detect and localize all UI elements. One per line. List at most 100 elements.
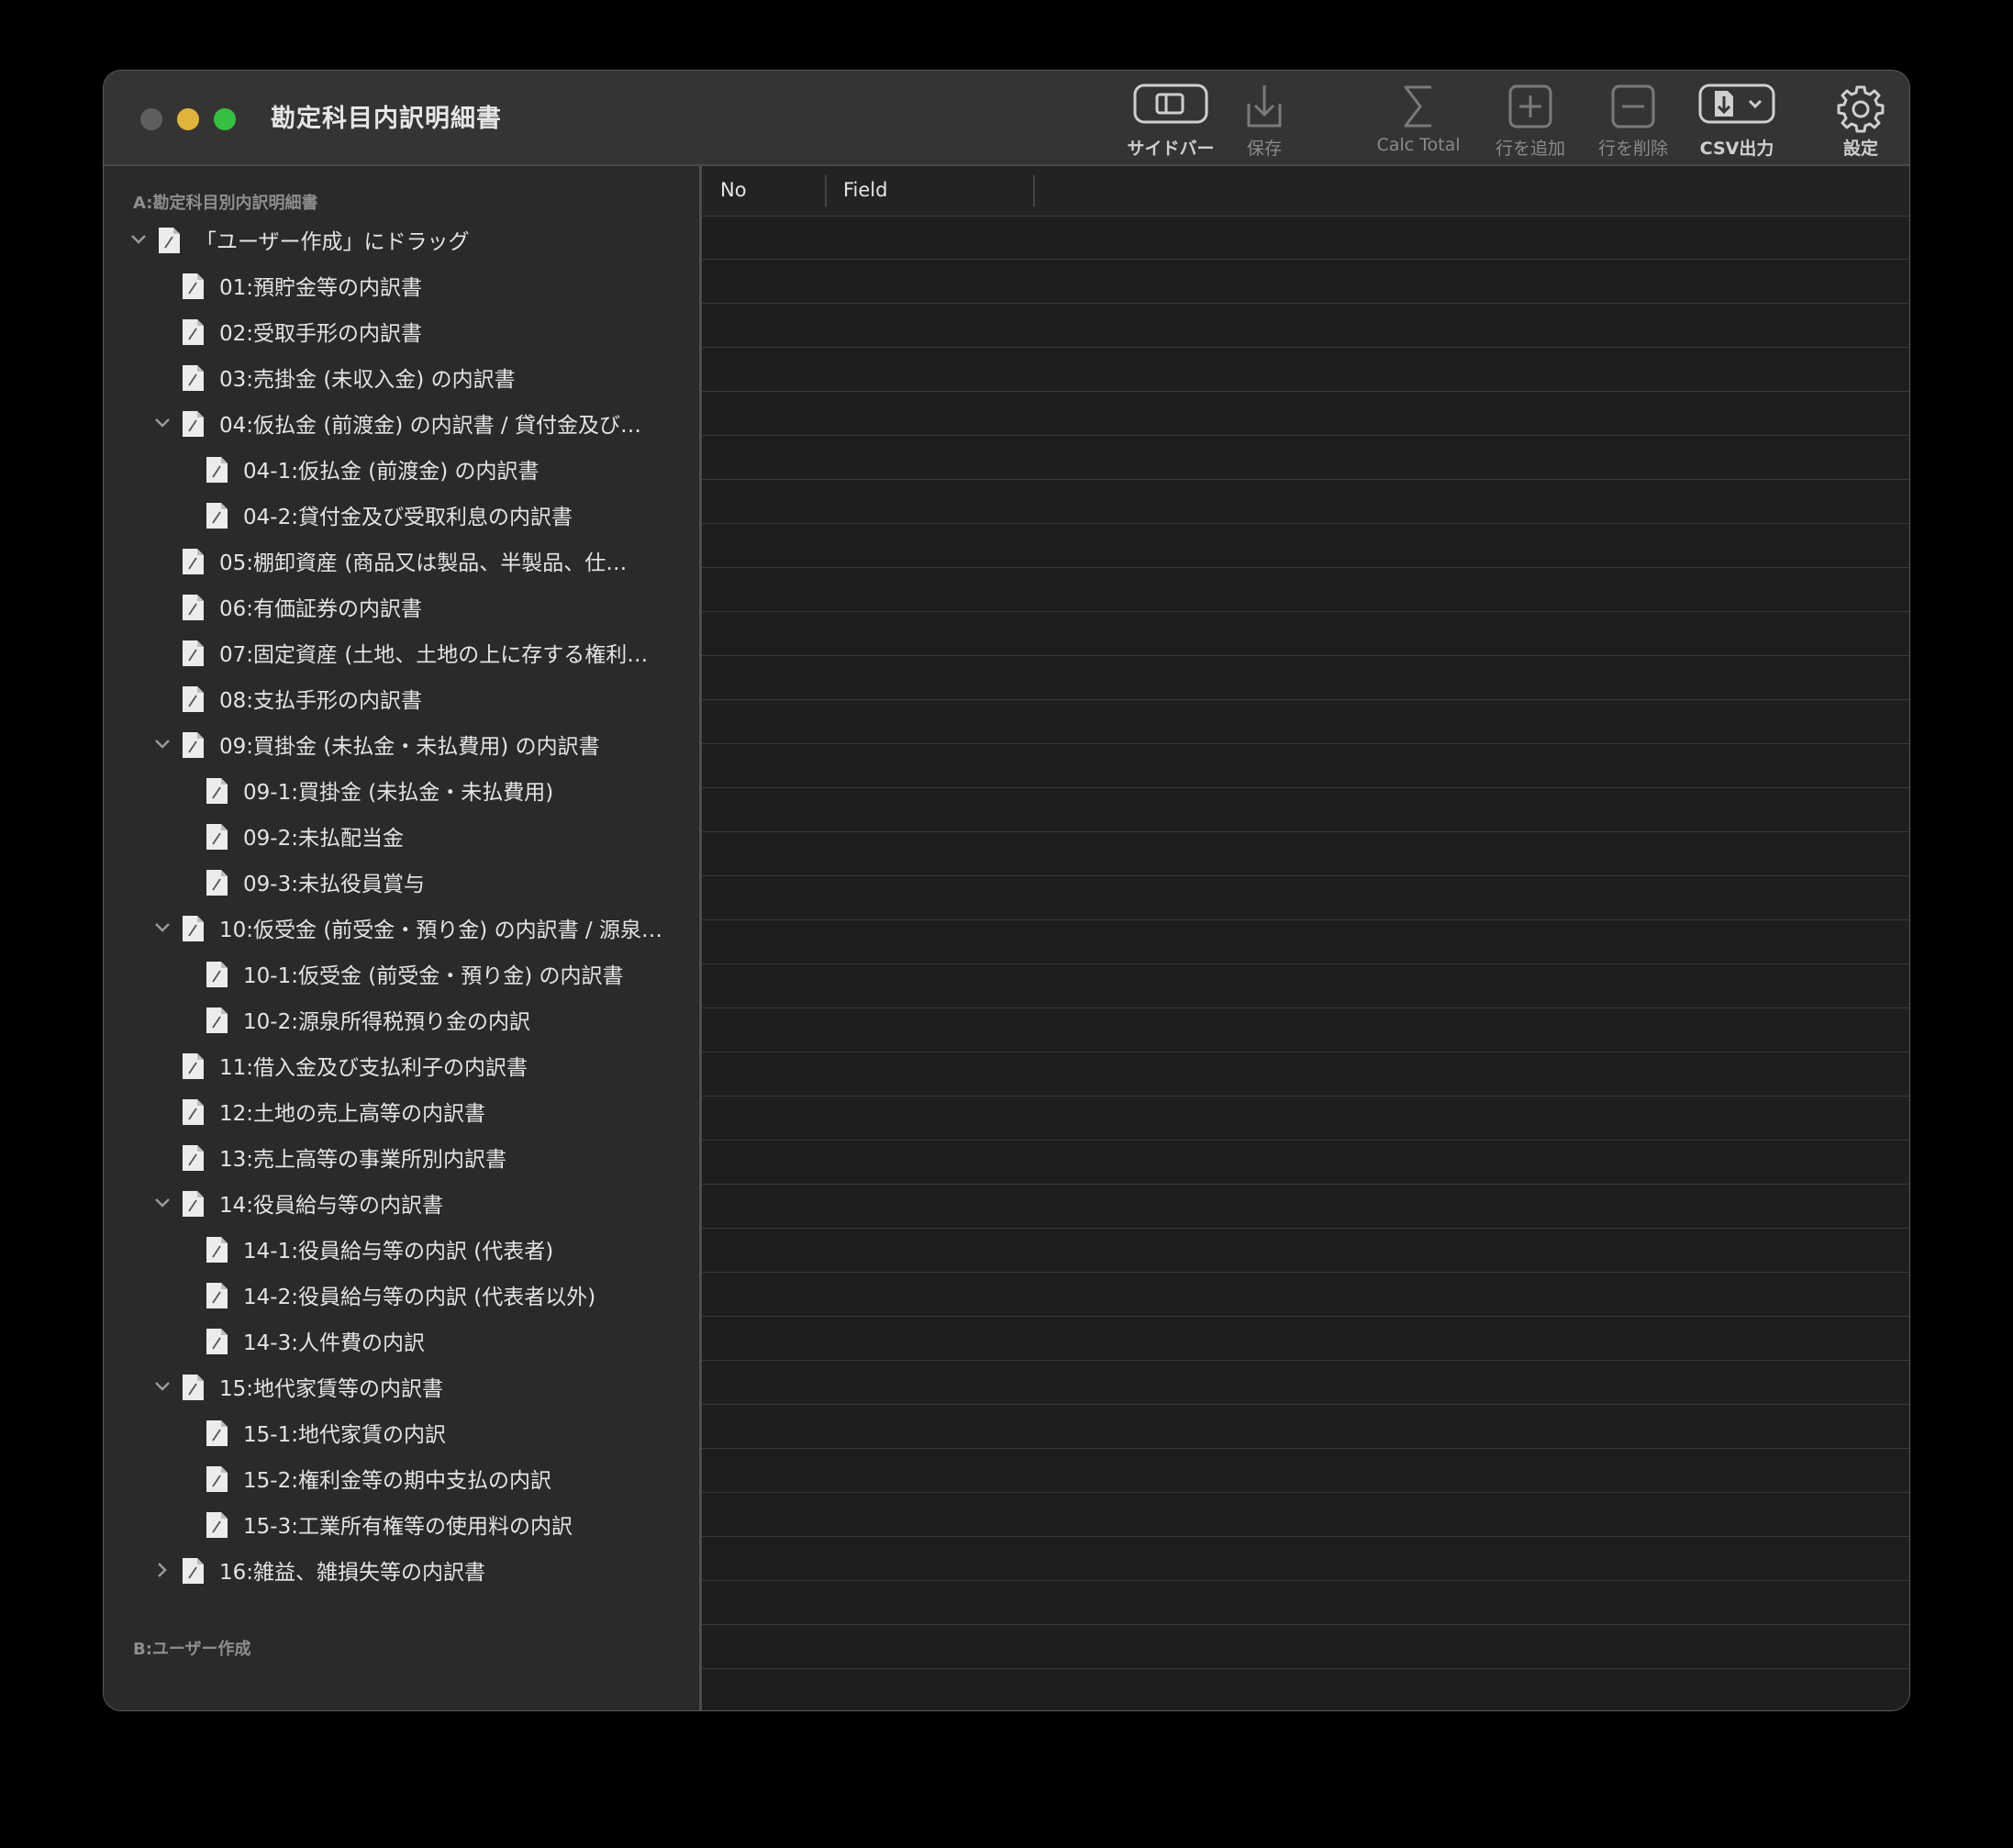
document-icon: [206, 778, 228, 804]
gear-icon: [1837, 85, 1885, 133]
sidebar-item[interactable]: 07:固定資産 (土地、土地の上に存する権利…: [104, 630, 699, 676]
sidebar-item-label: 16:雑益、雑損失等の内訳書: [219, 1561, 486, 1585]
sidebar-item-label: 10:仮受金 (前受金・預り金) の内訳書 / 源泉…: [219, 918, 662, 942]
plus-square-icon: [1508, 84, 1552, 128]
sidebar-item[interactable]: 16:雑益、雑損失等の内訳書: [104, 1548, 699, 1594]
zoom-window-button[interactable]: [214, 108, 236, 130]
close-window-button[interactable]: [140, 108, 162, 130]
sigma-icon: [1404, 85, 1431, 128]
delete-row-label: 行を削除: [1597, 139, 1668, 159]
sidebar-item-label: 15-3:工業所有権等の使用料の内訳: [243, 1515, 573, 1539]
sidebar-item-label: 13:売上高等の事業所別内訳書: [219, 1148, 507, 1172]
sidebar-item[interactable]: 15-1:地代家賃の内訳: [104, 1410, 699, 1456]
sidebar-toggle-icon: [1133, 83, 1208, 124]
sidebar-item[interactable]: 10-1:仮受金 (前受金・預り金) の内訳書: [104, 952, 699, 997]
sidebar-item-label: 12:土地の売上高等の内訳書: [219, 1102, 486, 1126]
sidebar-item-label: 04-1:仮払金 (前渡金) の内訳書: [243, 460, 539, 484]
sidebar-item-label: 03:売掛金 (未収入金) の内訳書: [219, 368, 516, 392]
document-icon: [206, 870, 228, 896]
sidebar-item-label: 15-1:地代家賃の内訳: [243, 1423, 446, 1447]
document-icon: [183, 273, 204, 299]
settings-button[interactable]: 設定: [1819, 83, 1902, 162]
document-icon: [159, 228, 180, 253]
column-divider[interactable]: [1033, 175, 1035, 206]
chevron-down-icon[interactable]: [150, 915, 175, 941]
document-icon: [183, 1053, 204, 1079]
delete-row-button[interactable]: 行を削除: [1583, 83, 1684, 162]
document-icon: [206, 1420, 228, 1446]
table-header: No Field: [702, 166, 1909, 217]
column-divider[interactable]: [825, 175, 827, 206]
sidebar-item[interactable]: 05:棚卸資産 (商品又は製品、半製品、仕…: [104, 539, 699, 584]
document-icon: [183, 732, 204, 758]
sidebar-item[interactable]: 04-1:仮払金 (前渡金) の内訳書: [104, 447, 699, 493]
download-icon: [1247, 85, 1282, 128]
sidebar-item[interactable]: 08:支払手形の内訳書: [104, 676, 699, 722]
section-header-b[interactable]: B:ユーザー作成: [133, 1636, 251, 1660]
sidebar-item-label: 15-2:権利金等の期中支払の内訳: [243, 1469, 551, 1493]
chevron-down-icon[interactable]: [150, 1374, 175, 1399]
chevron-down-icon[interactable]: [150, 410, 175, 436]
document-icon: [206, 1512, 228, 1538]
document-icon: [183, 365, 204, 391]
sidebar-toggle-button[interactable]: サイドバー: [1120, 83, 1221, 162]
csv-export-button[interactable]: CSV出力: [1684, 83, 1790, 162]
table-body[interactable]: [702, 216, 1909, 1710]
chevron-down-icon[interactable]: [150, 1190, 175, 1216]
add-row-label: 行を追加: [1495, 139, 1565, 159]
document-icon: [206, 962, 228, 987]
sidebar-item[interactable]: 02:受取手形の内訳書: [104, 309, 699, 355]
sidebar-item-label: 06:有価証券の内訳書: [219, 597, 423, 621]
window-title: 勘定科目内訳明細書: [271, 105, 502, 133]
sidebar-item[interactable]: 04:仮払金 (前渡金) の内訳書 / 貸付金及び…: [104, 401, 699, 447]
sidebar-item[interactable]: 09:買掛金 (未払金・未払費用) の内訳書: [104, 722, 699, 768]
table-view: No Field: [702, 166, 1909, 1710]
sidebar-item-label: 11:借入金及び支払利子の内訳書: [219, 1056, 528, 1080]
sidebar-item[interactable]: 15-3:工業所有権等の使用料の内訳: [104, 1502, 699, 1548]
sidebar-item[interactable]: 15-2:権利金等の期中支払の内訳: [104, 1456, 699, 1502]
sidebar-item[interactable]: 09-2:未払配当金: [104, 814, 699, 860]
column-header-no[interactable]: No: [720, 179, 747, 201]
sidebar-item-label: 08:支払手形の内訳書: [219, 689, 423, 713]
sidebar-item[interactable]: 10:仮受金 (前受金・預り金) の内訳書 / 源泉…: [104, 906, 699, 952]
sidebar-item[interactable]: 06:有価証券の内訳書: [104, 584, 699, 630]
minimize-window-button[interactable]: [177, 108, 199, 130]
sidebar-item[interactable]: 14-1:役員給与等の内訳 (代表者): [104, 1227, 699, 1273]
document-icon: [183, 686, 204, 712]
chevron-down-icon[interactable]: [150, 731, 175, 757]
sidebar-item[interactable]: 11:借入金及び支払利子の内訳書: [104, 1043, 699, 1089]
sidebar-item[interactable]: 04-2:貸付金及び受取利息の内訳書: [104, 493, 699, 539]
sidebar-item[interactable]: 15:地代家賃等の内訳書: [104, 1364, 699, 1410]
sidebar-item[interactable]: 13:売上高等の事業所別内訳書: [104, 1135, 699, 1181]
sidebar-item-label: 01:預貯金等の内訳書: [219, 276, 423, 300]
document-icon: [183, 319, 204, 345]
section-header-a: A:勘定科目別内訳明細書: [133, 194, 318, 213]
sidebar-item[interactable]: 03:売掛金 (未収入金) の内訳書: [104, 355, 699, 401]
chevron-right-icon[interactable]: [150, 1557, 175, 1583]
sidebar-item-label: 14-2:役員給与等の内訳 (代表者以外): [243, 1286, 596, 1309]
sidebar-item[interactable]: 「ユーザー作成」にドラッグ: [104, 217, 699, 263]
add-row-button[interactable]: 行を追加: [1480, 83, 1581, 162]
document-icon: [183, 1099, 204, 1125]
sidebar-item-label: 04:仮払金 (前渡金) の内訳書 / 貸付金及び…: [219, 414, 641, 438]
sidebar-item-label: 09-1:買掛金 (未払金・未払費用): [243, 781, 554, 805]
document-icon: [183, 595, 204, 620]
main-window: 勘定科目内訳明細書 サイドバー 保存 Calc Total 行を追加 行を削除 …: [103, 70, 1910, 1711]
save-label: 保存: [1246, 139, 1282, 159]
sidebar-item[interactable]: 14-3:人件費の内訳: [104, 1319, 699, 1364]
sidebar-item[interactable]: 14-2:役員給与等の内訳 (代表者以外): [104, 1273, 699, 1319]
sidebar-item[interactable]: 09-3:未払役員賞与: [104, 860, 699, 906]
chevron-down-icon[interactable]: [126, 227, 151, 252]
sidebar-item[interactable]: 10-2:源泉所得税預り金の内訳: [104, 997, 699, 1043]
sidebar-item[interactable]: 01:預貯金等の内訳書: [104, 263, 699, 309]
save-button[interactable]: 保存: [1223, 83, 1306, 162]
sidebar-item-label: 04-2:貸付金及び受取利息の内訳書: [243, 506, 573, 529]
calc-total-button[interactable]: Calc Total: [1350, 83, 1487, 162]
sidebar-item[interactable]: 14:役員給与等の内訳書: [104, 1181, 699, 1227]
document-icon: [183, 640, 204, 666]
sidebar-item-label: 05:棚卸資産 (商品又は製品、半製品、仕…: [219, 551, 628, 575]
sidebar-item-label: 14:役員給与等の内訳書: [219, 1194, 444, 1218]
column-header-field[interactable]: Field: [843, 179, 887, 201]
sidebar-item[interactable]: 12:土地の売上高等の内訳書: [104, 1089, 699, 1135]
sidebar-item[interactable]: 09-1:買掛金 (未払金・未払費用): [104, 768, 699, 814]
